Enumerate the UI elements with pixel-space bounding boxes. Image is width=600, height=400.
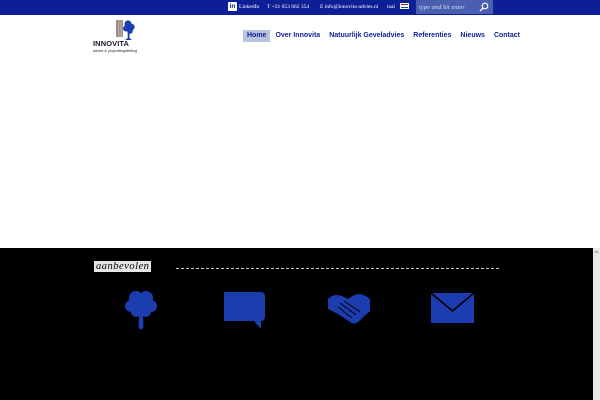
nav-item-contact[interactable]: Contact [490, 30, 524, 42]
innovita-logo[interactable]: INNOVITA advies & projectbegeleiding [93, 19, 145, 55]
section-divider [176, 268, 499, 269]
tree-icon[interactable] [123, 289, 159, 333]
search-input[interactable] [419, 1, 477, 13]
nav-item-nieuws[interactable]: Nieuws [456, 30, 489, 42]
featured-section [0, 248, 593, 400]
search-icon[interactable] [479, 2, 489, 12]
email-link[interactable]: E info@innovita-advies.nl [320, 0, 378, 15]
handshake-icon[interactable] [326, 289, 372, 327]
logo-tagline: advies & projectbegeleiding [93, 49, 137, 53]
linkedin-label: LinkedIn [239, 4, 260, 10]
search-box [416, 0, 493, 14]
top-bar: in LinkedIn T +31 653 662 354 E info@inno… [0, 0, 600, 15]
speech-bubble-icon[interactable] [223, 289, 267, 331]
dutch-flag-icon[interactable] [400, 3, 409, 9]
language-label[interactable]: taal [387, 0, 395, 15]
nav-item-natuurlijk-geveladvies[interactable]: Natuurlijk Geveladvies [325, 30, 408, 42]
scrollbar[interactable] [593, 248, 600, 400]
linkedin-link[interactable]: in LinkedIn [228, 0, 259, 15]
phone-number[interactable]: T +31 653 662 354 [267, 0, 309, 15]
section-heading: aanbevolen [94, 261, 152, 272]
envelope-icon[interactable] [430, 289, 474, 325]
logo-name: INNOVITA [93, 39, 130, 48]
nav-item-referenties[interactable]: Referenties [409, 30, 455, 42]
linkedin-icon: in [228, 2, 237, 12]
nav-item-home[interactable]: Home [243, 30, 271, 42]
logo-tree-icon [116, 20, 135, 40]
main-nav: Home Over Innovita Natuurlijk Geveladvie… [243, 30, 525, 42]
nav-item-over-innovita[interactable]: Over Innovita [271, 30, 324, 42]
